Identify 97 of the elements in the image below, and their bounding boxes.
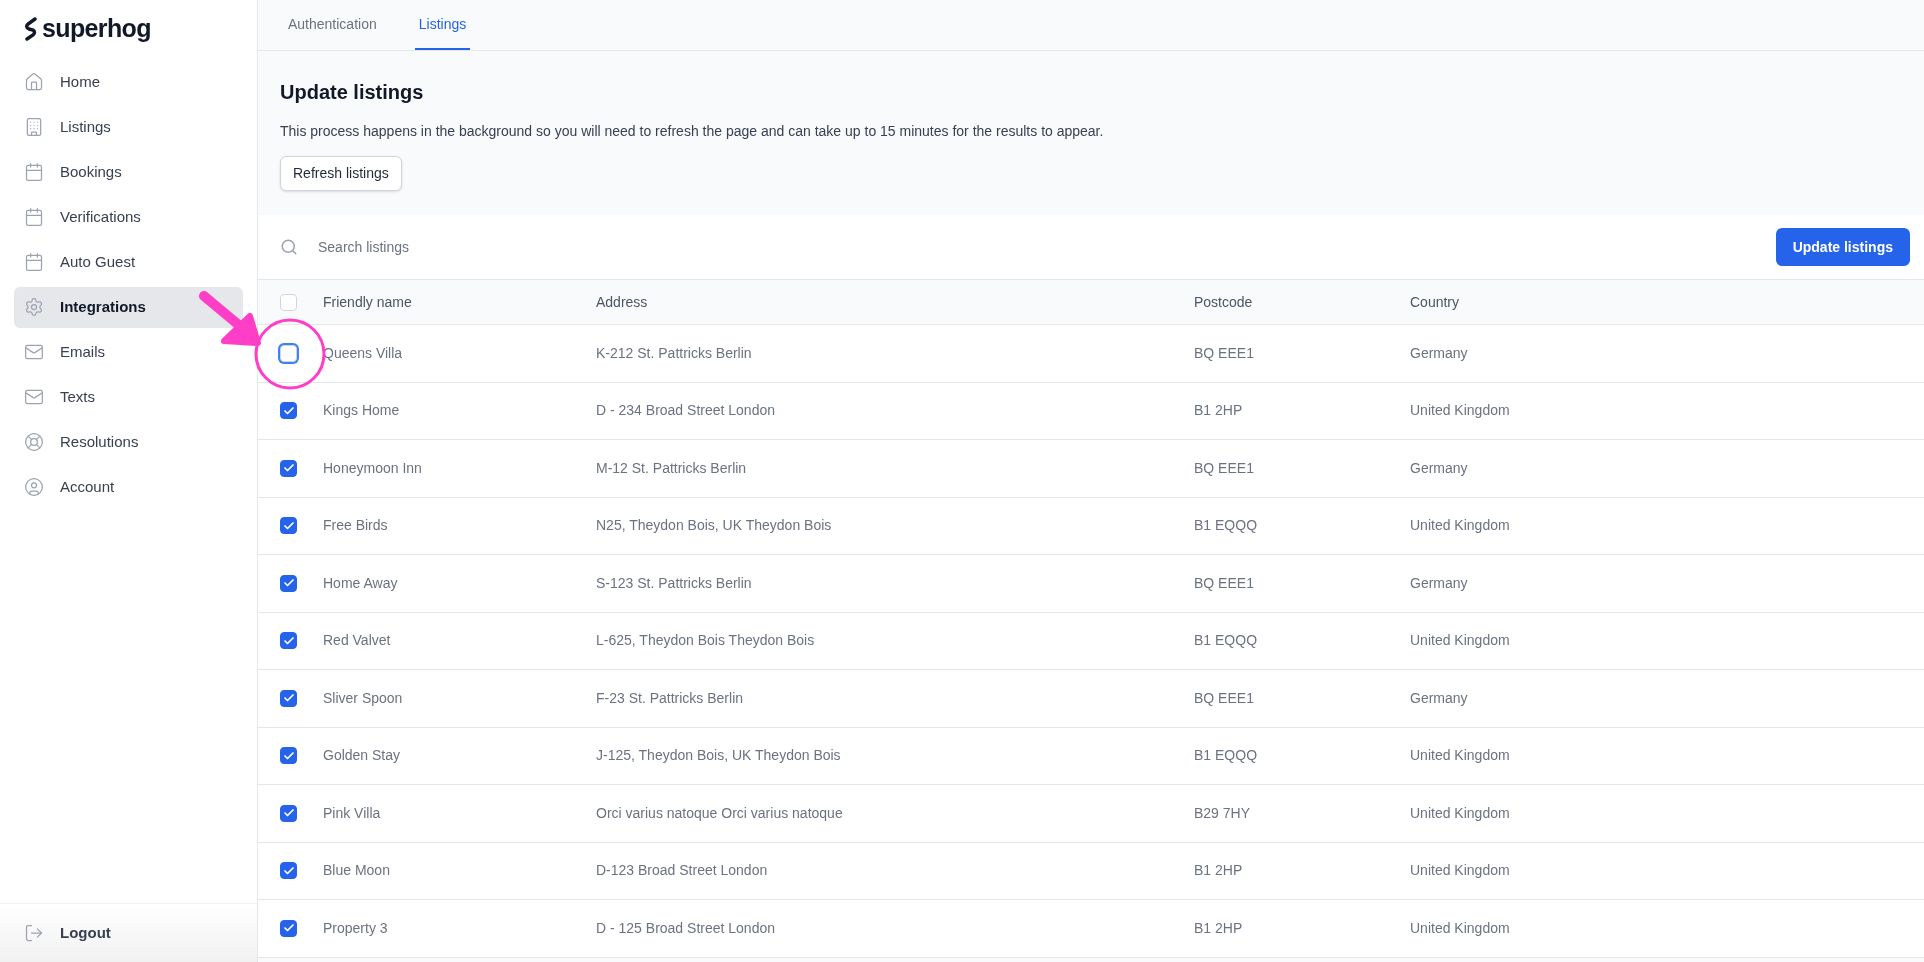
settings-icon xyxy=(24,297,44,317)
search-icon xyxy=(280,238,298,256)
calendar-icon xyxy=(24,252,44,272)
lifebuoy-icon xyxy=(24,432,44,452)
table-cell-text: BQ EEE1 xyxy=(1194,458,1255,478)
checkbox[interactable] xyxy=(280,747,297,765)
tab[interactable]: Listings xyxy=(414,0,471,50)
column-header: Address xyxy=(596,292,649,312)
check-icon xyxy=(282,519,295,532)
sidebar-item[interactable]: Resolutions xyxy=(14,421,243,463)
mail-icon xyxy=(24,342,44,362)
table-cell-text: F-23 St. Pattricks Berlin xyxy=(596,688,745,708)
table-cell-text: Germany xyxy=(1410,458,1469,478)
sidebar-item[interactable]: Verifications xyxy=(14,196,243,238)
table-cell-text: Home Away xyxy=(323,573,399,593)
checkbox[interactable] xyxy=(280,632,297,650)
table-cell-text: S-123 St. Pattricks Berlin xyxy=(596,573,753,593)
calendar-icon xyxy=(24,162,44,182)
checkbox[interactable] xyxy=(280,804,297,822)
table-cell-text: J-125, Theydon Bois, UK Theydon Bois xyxy=(596,746,842,766)
checkbox[interactable] xyxy=(280,517,297,535)
table-cell-text: K-212 St. Pattricks Berlin xyxy=(596,343,753,363)
sidebar-item[interactable]: Listings xyxy=(14,106,243,148)
checkbox[interactable] xyxy=(280,689,297,707)
table-cell-text: United Kingdom xyxy=(1410,861,1511,881)
checkbox[interactable] xyxy=(280,402,297,420)
section-description: This process happens in the background so you will need to refresh the page and can take up to 15 minutes for the results to appear. xyxy=(280,122,1105,141)
table-cell-text: D - 234 Broad Street London xyxy=(596,401,776,421)
building-icon xyxy=(24,117,44,137)
check-icon xyxy=(282,634,295,647)
table-cell-text: D - 125 Broad Street London xyxy=(596,918,776,938)
column-header: Friendly name xyxy=(323,292,413,312)
calendar-icon xyxy=(24,207,44,227)
logo-icon xyxy=(24,16,38,41)
table-cell-text: B29 7HY xyxy=(1194,803,1252,823)
table-cell-text: United Kingdom xyxy=(1410,401,1511,421)
table-cell-text: BQ EEE1 xyxy=(1194,573,1255,593)
table-cell-text: B1 2HP xyxy=(1194,918,1244,938)
home-icon xyxy=(24,72,44,92)
sidebar-item[interactable]: Texts xyxy=(14,376,243,418)
table-cell-text: United Kingdom xyxy=(1410,516,1511,536)
table-cell-text: Orci varius natoque Orci varius natoque xyxy=(596,803,844,823)
table-cell-text: B1 2HP xyxy=(1194,401,1244,421)
refresh-listings-button[interactable]: Refresh listings xyxy=(280,156,402,191)
sidebar-item[interactable]: Emails xyxy=(14,331,243,373)
logout-icon xyxy=(24,922,44,943)
table-cell-text: B1 EQQQ xyxy=(1194,746,1259,766)
table-cell-text: United Kingdom xyxy=(1410,803,1511,823)
table-cell-text: Queens Villa xyxy=(323,343,404,363)
table-cell-text: Honeymoon Inn xyxy=(323,458,423,478)
table-cell-text: Kings Home xyxy=(323,401,401,421)
check-icon xyxy=(282,404,295,417)
mail-icon xyxy=(24,387,44,407)
table-cell-text: M-12 St. Pattricks Berlin xyxy=(596,458,748,478)
table-cell-text: United Kingdom xyxy=(1410,631,1511,651)
table-cell-text: Property 3 xyxy=(323,918,389,938)
checkbox[interactable] xyxy=(280,862,297,880)
table-cell-text: Red Valvet xyxy=(323,631,392,651)
table-cell-text: Golden Stay xyxy=(323,746,402,766)
column-header: Postcode xyxy=(1194,292,1254,312)
table-cell-text: Germany xyxy=(1410,688,1469,708)
checkbox[interactable] xyxy=(280,919,297,937)
table-cell-text: Free Birds xyxy=(323,516,389,536)
update-listings-button[interactable]: Update listings xyxy=(1775,228,1910,266)
table-cell-text: B1 EQQQ xyxy=(1194,516,1259,536)
tab[interactable]: Authentication xyxy=(284,0,381,50)
user-icon xyxy=(24,477,44,497)
brand-name: superhog xyxy=(42,13,151,44)
table-cell-text: Sliver Spoon xyxy=(323,688,404,708)
table-cell-text: BQ EEE1 xyxy=(1194,343,1255,363)
table-cell-text: Blue Moon xyxy=(323,861,391,881)
table-cell-text: BQ EEE1 xyxy=(1194,688,1255,708)
sidebar-item[interactable]: Auto Guest xyxy=(14,241,243,283)
table-cell-text: Germany xyxy=(1410,343,1469,363)
sidebar-item[interactable]: Home xyxy=(14,61,243,103)
table-cell-text: United Kingdom xyxy=(1410,918,1511,938)
sidebar-item[interactable]: Account xyxy=(14,466,243,508)
table-cell-text: United Kingdom xyxy=(1410,746,1511,766)
table-cell-text: B1 EQQQ xyxy=(1194,631,1259,651)
table-cell-text: D-123 Broad Street London xyxy=(596,861,769,881)
table-cell-text: Germany xyxy=(1410,573,1469,593)
search-field[interactable]: Search listings xyxy=(258,215,1776,280)
sidebar-item[interactable]: Integrations xyxy=(14,286,243,328)
table-cell-text: N25, Theydon Bois, UK Theydon Bois xyxy=(596,516,833,536)
table-cell-text: Pink Villa xyxy=(323,803,382,823)
table-cell-text: L-625, Theydon Bois Theydon Bois xyxy=(596,631,816,651)
sidebar-item[interactable]: Bookings xyxy=(14,151,243,193)
pointer-arrow xyxy=(199,291,261,346)
table-cell-text: B1 2HP xyxy=(1194,861,1244,881)
check-icon xyxy=(282,749,295,762)
check-icon xyxy=(282,864,295,877)
checkbox[interactable] xyxy=(280,574,297,592)
column-header: Country xyxy=(1410,292,1461,312)
highlight-circle xyxy=(254,318,326,390)
logout-link[interactable]: Logout xyxy=(60,921,111,944)
section-title: Update listings xyxy=(280,80,425,105)
checkbox[interactable] xyxy=(280,459,297,477)
